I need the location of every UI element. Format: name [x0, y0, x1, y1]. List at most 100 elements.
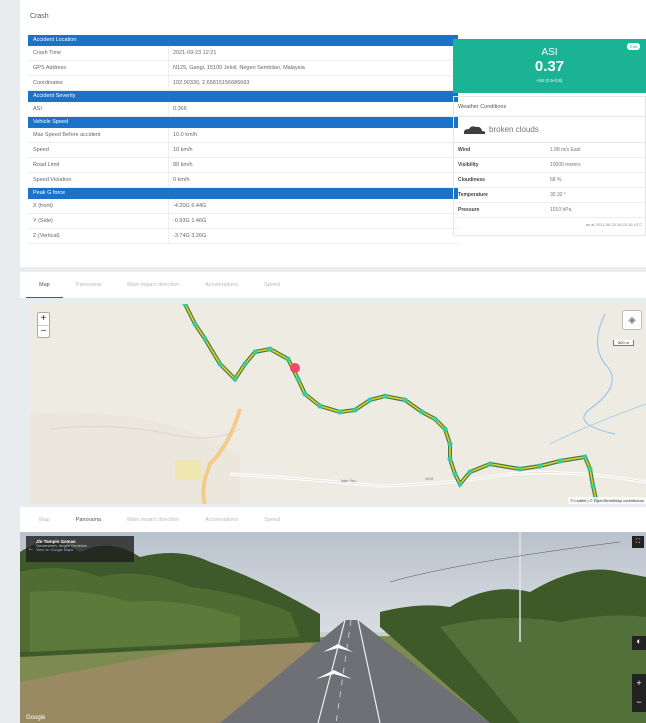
- weather-timestamp: as at 2021-09-23 04:22:16 UTC: [585, 222, 642, 227]
- crash-details-table: Accident Location Crash Time 2021-09-23 12…: [28, 35, 458, 244]
- tabs-top: Map Panorama Main impact direction Accel…: [20, 272, 646, 298]
- detail-value: 102.90330, 2.65815156686663: [168, 76, 458, 90]
- zoom-in-button[interactable]: +: [38, 313, 49, 325]
- detail-row: Max Speed Before accident 10.0 km/h: [28, 128, 458, 143]
- route-point[interactable]: [382, 393, 388, 399]
- weather-conditions-panel: Weather Conditions broken clouds Wind 1.8…: [453, 96, 646, 236]
- detail-row: Crash Time 2021-09-23 12:21: [28, 46, 458, 61]
- route-point[interactable]: [442, 426, 448, 432]
- route-point[interactable]: [590, 483, 596, 489]
- route-point[interactable]: [447, 441, 453, 447]
- detail-label: GPS Address: [33, 65, 67, 71]
- route-point[interactable]: [337, 409, 343, 415]
- route-point[interactable]: [447, 456, 453, 462]
- detail-label: Speed Violation: [33, 177, 72, 183]
- section-header: Vehicle Speed: [28, 117, 458, 128]
- view-on-google-maps-link[interactable]: View on Google Maps: [36, 548, 130, 552]
- weather-row: Wind 1.88 m/s East: [454, 143, 645, 158]
- route-point[interactable]: [517, 466, 523, 472]
- route-map[interactable]: Jalan Sep... N125 + − ◈ 500 m © Leaflet …: [30, 304, 646, 504]
- detail-row: Coordinates 102.90330, 2.65815156686663: [28, 76, 458, 91]
- detail-value: 0.366: [168, 102, 458, 116]
- route-point[interactable]: [192, 321, 198, 327]
- detail-row: Speed Violation 0 km/h: [28, 173, 458, 188]
- weather-label: Visibility: [458, 162, 479, 168]
- compass-icon[interactable]: ◐: [632, 636, 646, 650]
- map-attribution[interactable]: © Leaflet | © OpenStreetMap contributors: [568, 497, 646, 504]
- detail-label: ASI: [33, 106, 42, 112]
- asi-card: Edit ASI 0.37 ASI (0.5-0.8): [453, 39, 646, 93]
- detail-value: 0 km/h: [168, 173, 458, 187]
- tab-panorama[interactable]: Panorama: [62, 507, 115, 533]
- weather-value: 68 %: [550, 177, 562, 183]
- urban-area: [175, 460, 201, 480]
- weather-row: Temperature 30.32 °: [454, 188, 645, 203]
- weather-label: Wind: [458, 147, 471, 153]
- route-point[interactable]: [467, 469, 473, 475]
- route-point[interactable]: [202, 336, 208, 342]
- weather-value: 10000 meters: [550, 162, 581, 168]
- route-point[interactable]: [582, 454, 588, 460]
- weather-label: Pressure: [458, 207, 480, 213]
- tab-accelerations[interactable]: Accelerations: [192, 507, 251, 533]
- weather-row: Visibility 10000 meters: [454, 158, 645, 173]
- zoom-out-button[interactable]: −: [38, 325, 49, 337]
- route-point[interactable]: [267, 346, 273, 352]
- route-point[interactable]: [457, 481, 463, 487]
- asi-value: 0.37: [534, 58, 565, 75]
- route-point[interactable]: [352, 407, 358, 413]
- route-point[interactable]: [432, 416, 438, 422]
- route-point[interactable]: [419, 409, 425, 415]
- tab-speed[interactable]: Speed: [251, 272, 293, 298]
- fullscreen-icon[interactable]: ⛶: [632, 536, 644, 548]
- route-point[interactable]: [587, 466, 593, 472]
- route-point[interactable]: [302, 391, 308, 397]
- weather-value: 1010 hPa: [550, 207, 572, 213]
- route-point[interactable]: [537, 463, 543, 469]
- route-point[interactable]: [242, 361, 248, 367]
- route-point[interactable]: [367, 397, 373, 403]
- asi-label: ASI: [541, 47, 558, 58]
- detail-row: Z (Vertical) -3.74G 3.26G: [28, 229, 458, 244]
- route-point[interactable]: [295, 376, 301, 382]
- detail-label: Crash Time: [33, 50, 62, 56]
- detail-row: Road Limit 80 km/h: [28, 158, 458, 173]
- route-point[interactable]: [402, 397, 408, 403]
- weather-label: Cloudiness: [458, 177, 485, 183]
- weather-description-text: broken clouds: [489, 125, 539, 134]
- section-header: Peak G force: [28, 188, 458, 199]
- tab-impact-direction[interactable]: Main impact direction: [114, 272, 192, 298]
- tab-panorama[interactable]: Panorama: [63, 272, 114, 298]
- weather-table: Wind 1.88 m/s East Visibility 10000 meters C…: [454, 143, 645, 218]
- tab-map[interactable]: Map: [26, 272, 63, 298]
- route-point[interactable]: [217, 361, 223, 367]
- route-point[interactable]: [487, 461, 493, 467]
- route-point[interactable]: [452, 471, 458, 477]
- route-point[interactable]: [557, 458, 563, 464]
- weather-value: 30.32 °: [550, 192, 566, 198]
- tab-impact-direction[interactable]: Main impact direction: [114, 507, 192, 533]
- zoom-in-button[interactable]: +: [632, 674, 646, 693]
- detail-value: -3.74G 3.26G: [168, 229, 458, 243]
- tab-map[interactable]: Map: [26, 507, 63, 533]
- road-label: N125: [425, 477, 433, 481]
- zoom-control: + −: [632, 674, 646, 712]
- detail-label: Z (Vertical): [33, 233, 60, 239]
- detail-label: Coordinates: [33, 80, 63, 86]
- weather-title: Weather Conditions: [454, 97, 645, 117]
- detail-value: -4.20G 6.44G: [168, 199, 458, 213]
- tab-speed[interactable]: Speed: [251, 507, 293, 533]
- zoom-out-button[interactable]: −: [632, 693, 646, 712]
- route-point[interactable]: [317, 403, 323, 409]
- map-canvas[interactable]: Jalan Sep... N125: [30, 304, 646, 504]
- detail-label: Max Speed Before accident: [33, 132, 101, 138]
- route-point[interactable]: [285, 356, 291, 362]
- route-point[interactable]: [232, 376, 238, 382]
- street-view-panorama[interactable]: ← Jln Tampin Gemas Gemencheh, Negeri Sem…: [20, 532, 646, 723]
- crash-location-marker[interactable]: [290, 363, 300, 373]
- tab-accelerations[interactable]: Accelerations: [192, 272, 251, 298]
- detail-row: Y (Side) -0.93G 1.46G: [28, 214, 458, 229]
- route-point[interactable]: [252, 349, 258, 355]
- layers-icon[interactable]: ◈: [622, 310, 642, 330]
- back-arrow-icon[interactable]: ←: [28, 546, 34, 552]
